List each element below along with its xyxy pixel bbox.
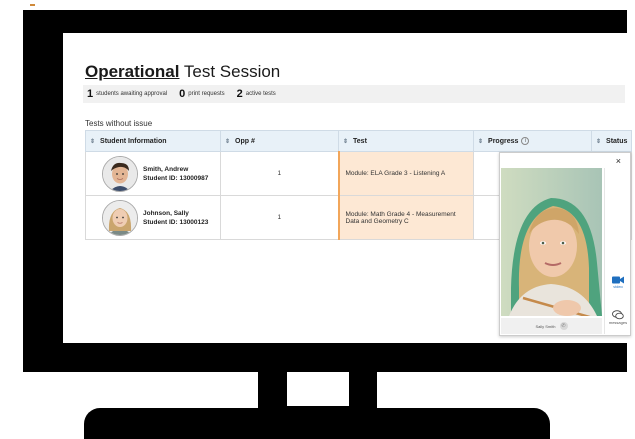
avatar [102,155,138,192]
sort-icon: ⇕ [90,138,96,145]
avatar [102,199,138,236]
video-call-panel: × Sally Smith ✆ video messages [499,152,631,336]
caller-name: Sally Smith [535,323,556,329]
monitor-stand-base [84,408,550,439]
student-id: Student ID: 13000987 [143,174,209,182]
column-header-test[interactable]: ⇕ Test [338,130,474,152]
table-header-row: ⇕ Student Information ⇕ Opp # ⇕ Test ⇕ Progr… [85,130,632,152]
monitor-stand-gap [287,372,349,406]
column-header-progress[interactable]: ⇕ Progress i [473,130,592,152]
video-button-label: video [613,284,623,289]
opp-cell: 1 [220,151,339,196]
column-header-student[interactable]: ⇕ Student Information [85,130,221,152]
close-icon[interactable]: × [616,156,621,166]
opp-cell: 1 [220,195,339,240]
column-header-status[interactable]: ⇕ Status [591,130,632,152]
student-name[interactable]: Johnson, Sally [143,209,208,218]
sort-icon: ⇕ [225,138,231,145]
stat-print-count: 0 [179,88,186,100]
chat-bubble-icon [612,310,624,320]
stat-active-count: 2 [236,88,243,100]
stat-awaiting-approval[interactable]: 1 students awaiting approval [87,88,167,100]
caller-bar: Sally Smith ✆ [501,318,602,334]
info-icon[interactable]: i [521,137,530,145]
video-button[interactable]: video [606,276,630,289]
stat-awaiting-label: students awaiting approval [96,91,168,97]
side-divider [604,168,605,334]
stat-active-label: active tests [245,91,276,97]
student-cell: Johnson, Sally Student ID: 13000123 [85,195,221,240]
sort-icon: ⇕ [596,138,602,145]
phone-icon[interactable]: ✆ [559,322,568,330]
student-cell: Smith, Andrew Student ID: 13000987 [85,151,221,196]
test-cell: Module: Math Grade 4 - Measurement Data … [337,195,474,240]
monitor-frame: Operational Test Session 1 students awai… [23,10,635,372]
page-title-rest: Test Session [179,62,281,81]
sort-icon: ⇕ [343,138,349,145]
stat-active-tests[interactable]: 2 active tests [237,88,276,100]
stat-print-label: print requests [188,91,225,97]
page-title: Operational Test Session [85,62,280,82]
video-feed [501,168,602,316]
session-summary-bar: 1 students awaiting approval 0 print req… [83,85,625,103]
stat-print-requests[interactable]: 0 print requests [179,88,224,100]
student-id: Student ID: 13000123 [143,218,209,226]
page-title-bold: Operational [85,62,180,81]
section-label: Tests without issue [85,119,153,128]
monitor-screen: Operational Test Session 1 students awai… [63,33,635,343]
column-header-opp[interactable]: ⇕ Opp # [220,130,339,152]
stat-awaiting-count: 1 [87,88,94,100]
sort-icon: ⇕ [478,138,484,145]
video-camera-icon [612,276,624,284]
messages-button-label: messages [608,320,628,325]
test-cell: Module: ELA Grade 3 - Listening A [337,151,474,196]
messages-button[interactable]: messages [606,310,630,325]
student-name[interactable]: Smith, Andrew [143,165,208,174]
corner-mark [30,4,35,6]
